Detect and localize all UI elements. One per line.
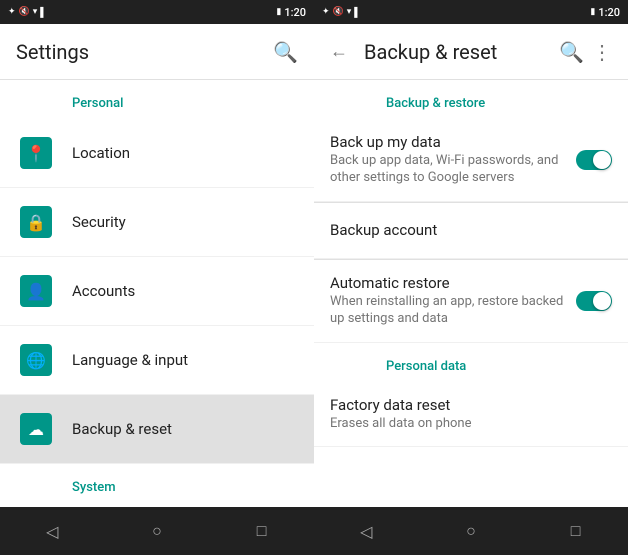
signal-icon: ▌ bbox=[40, 7, 46, 18]
accounts-text: Accounts bbox=[72, 282, 298, 300]
backup-restore-header: Backup & restore bbox=[314, 80, 628, 119]
right-status-icons: ▮ 1:20 bbox=[276, 6, 306, 19]
right-settings-list: Backup & restore Back up my data Back up… bbox=[314, 80, 628, 507]
backup-account-item[interactable]: Backup account bbox=[314, 203, 628, 259]
right-back-nav-icon: ◁ bbox=[360, 522, 372, 541]
backup-title: Backup & reset bbox=[72, 420, 298, 438]
backup-account-text: Backup account bbox=[330, 221, 612, 239]
backup-icon: ☁ bbox=[20, 413, 52, 445]
right-back-button[interactable]: ← bbox=[330, 41, 348, 62]
left-home-icon: ○ bbox=[152, 521, 162, 541]
bt-icon: ✦ bbox=[8, 7, 16, 17]
left-panel: ✦ 🔇 ▾ ▌ ▮ 1:20 Settings 🔍 Personal 📍 Loc… bbox=[0, 0, 314, 555]
right-bt-icon: ✦ bbox=[322, 7, 330, 17]
backup-data-toggle[interactable] bbox=[576, 150, 612, 170]
settings-item-security[interactable]: 🔒 Security bbox=[0, 188, 314, 257]
left-toolbar-title: Settings bbox=[16, 40, 265, 64]
left-status-icons: ✦ 🔇 ▾ ▌ bbox=[8, 7, 47, 18]
backup-data-item[interactable]: Back up my data Back up app data, Wi-Fi … bbox=[314, 119, 628, 202]
language-title: Language & input bbox=[72, 351, 298, 369]
auto-restore-text: Automatic restore When reinstalling an a… bbox=[330, 274, 576, 328]
factory-reset-subtitle: Erases all data on phone bbox=[330, 416, 612, 433]
left-settings-list: Personal 📍 Location 🔒 Security 👤 Account… bbox=[0, 80, 314, 507]
backup-data-subtitle: Back up app data, Wi-Fi passwords, and o… bbox=[330, 153, 576, 187]
backup-account-title: Backup account bbox=[330, 221, 612, 239]
right-toolbar: ← Backup & reset 🔍 ⋮ bbox=[314, 24, 628, 80]
backup-data-title: Back up my data bbox=[330, 133, 576, 151]
settings-item-backup[interactable]: ☁ Backup & reset bbox=[0, 395, 314, 464]
left-recent-icon: □ bbox=[257, 521, 267, 541]
settings-item-location[interactable]: 📍 Location bbox=[0, 119, 314, 188]
auto-restore-title: Automatic restore bbox=[330, 274, 576, 292]
personal-data-header: Personal data bbox=[314, 343, 628, 382]
location-title: Location bbox=[72, 144, 298, 162]
left-recent-button[interactable]: □ bbox=[238, 507, 286, 555]
right-signal-icon: ▌ bbox=[354, 7, 360, 18]
left-search-icon[interactable]: 🔍 bbox=[273, 40, 298, 64]
left-back-icon: ◁ bbox=[46, 522, 58, 541]
personal-section-header: Personal bbox=[0, 80, 314, 119]
right-status-icons-left: ✦ 🔇 ▾ ▌ bbox=[322, 7, 361, 18]
security-text: Security bbox=[72, 213, 298, 231]
backup-icon-container: ☁ bbox=[16, 409, 56, 449]
volume-icon: 🔇 bbox=[19, 7, 30, 17]
backup-data-toggle-container[interactable] bbox=[576, 150, 612, 170]
auto-restore-item[interactable]: Automatic restore When reinstalling an a… bbox=[314, 260, 628, 343]
right-battery-icon: ▮ bbox=[590, 7, 595, 17]
language-icon-container: 🌐 bbox=[16, 340, 56, 380]
accounts-title: Accounts bbox=[72, 282, 298, 300]
settings-item-language[interactable]: 🌐 Language & input bbox=[0, 326, 314, 395]
auto-restore-toggle-container[interactable] bbox=[576, 291, 612, 311]
security-title: Security bbox=[72, 213, 298, 231]
left-status-bar: ✦ 🔇 ▾ ▌ ▮ 1:20 bbox=[0, 0, 314, 24]
backup-data-text: Back up my data Back up app data, Wi-Fi … bbox=[330, 133, 576, 187]
left-nav-bar: ◁ ○ □ bbox=[0, 507, 314, 555]
right-panel: ✦ 🔇 ▾ ▌ ▮ 1:20 ← Backup & reset 🔍 ⋮ Back… bbox=[314, 0, 628, 555]
auto-restore-subtitle: When reinstalling an app, restore backed… bbox=[330, 294, 576, 328]
right-volume-icon: 🔇 bbox=[333, 7, 344, 17]
location-icon-container: 📍 bbox=[16, 133, 56, 173]
right-nav-bar: ◁ ○ □ bbox=[314, 507, 628, 555]
accounts-icon: 👤 bbox=[20, 275, 52, 307]
right-status-icons-right: ▮ 1:20 bbox=[590, 6, 620, 19]
right-recent-nav-icon: □ bbox=[571, 521, 581, 541]
battery-icon: ▮ bbox=[276, 7, 281, 17]
right-more-icon[interactable]: ⋮ bbox=[592, 40, 612, 64]
factory-reset-text: Factory data reset Erases all data on ph… bbox=[330, 396, 612, 433]
backup-text: Backup & reset bbox=[72, 420, 298, 438]
right-home-nav-icon: ○ bbox=[466, 521, 476, 541]
language-icon: 🌐 bbox=[20, 344, 52, 376]
left-time: 1:20 bbox=[284, 6, 306, 19]
language-text: Language & input bbox=[72, 351, 298, 369]
right-recent-nav-button[interactable]: □ bbox=[552, 507, 600, 555]
settings-item-datetime[interactable]: 🕐 Date & time bbox=[0, 503, 314, 507]
right-time: 1:20 bbox=[598, 6, 620, 19]
right-status-bar: ✦ 🔇 ▾ ▌ ▮ 1:20 bbox=[314, 0, 628, 24]
settings-item-accounts[interactable]: 👤 Accounts bbox=[0, 257, 314, 326]
accounts-icon-container: 👤 bbox=[16, 271, 56, 311]
right-home-nav-button[interactable]: ○ bbox=[447, 507, 495, 555]
factory-reset-title: Factory data reset bbox=[330, 396, 612, 414]
right-back-nav-button[interactable]: ◁ bbox=[342, 507, 390, 555]
system-section-header: System bbox=[0, 464, 314, 503]
right-search-icon[interactable]: 🔍 bbox=[559, 40, 584, 64]
location-icon: 📍 bbox=[20, 137, 52, 169]
left-toolbar: Settings 🔍 bbox=[0, 24, 314, 80]
left-back-button[interactable]: ◁ bbox=[28, 507, 76, 555]
auto-restore-toggle[interactable] bbox=[576, 291, 612, 311]
right-toolbar-title: Backup & reset bbox=[364, 40, 551, 64]
factory-reset-item[interactable]: Factory data reset Erases all data on ph… bbox=[314, 382, 628, 448]
location-text: Location bbox=[72, 144, 298, 162]
left-home-button[interactable]: ○ bbox=[133, 507, 181, 555]
right-wifi-icon: ▾ bbox=[347, 7, 352, 17]
security-icon-container: 🔒 bbox=[16, 202, 56, 242]
security-icon: 🔒 bbox=[20, 206, 52, 238]
wifi-icon: ▾ bbox=[33, 7, 38, 17]
